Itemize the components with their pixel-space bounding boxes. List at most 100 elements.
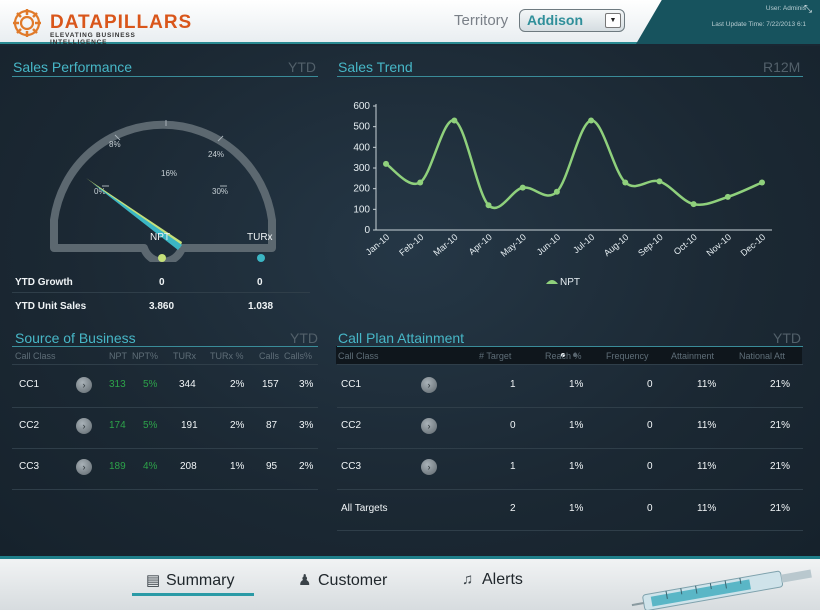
legend-swatch-npt [546,280,558,284]
legend-label-npt: NPT [560,277,580,288]
chevron-right-icon[interactable]: › [76,459,92,475]
logo-tagline: ELEVATING BUSINESS INTELLIGENCE [50,32,136,46]
tab-customer-label: Customer [318,572,388,589]
cp-call-class: All Targets [341,503,388,514]
series-line-npt [385,119,763,209]
sob-npt-pct: 4% [143,461,158,472]
col-turx: TURx [247,232,273,243]
datapillars-logo-icon [13,9,41,37]
y-tick-label: 600 [353,101,370,112]
row-divider [12,292,310,293]
tab-customer[interactable]: ♟ Customer [298,571,387,595]
tab-summary[interactable]: ▤ Summary [146,571,234,595]
chevron-down-icon[interactable]: ▼ [605,13,621,28]
logo: DATAPILLARS ELEVATING BUSINESS INTELLIGE… [12,8,193,46]
territory-label: Territory [454,12,509,29]
data-point [690,201,697,208]
data-point [485,202,492,209]
cp-call-class: CC2 [341,420,362,431]
cp-target: 2 [510,503,516,514]
cp-call-class: CC3 [341,461,362,472]
section-divider [12,76,318,77]
chevron-right-icon[interactable]: › [76,418,92,434]
data-point [759,179,765,186]
y-tick-label: 500 [353,122,370,133]
cp-header-call-class: Call Class [338,351,379,361]
chevron-right-icon[interactable]: › [421,377,437,393]
sob-turx: 344 [179,379,196,390]
sob-calls-pct: 3% [299,379,314,390]
cp-target: 0 [510,420,516,431]
cp-attainment: 11% [697,503,717,514]
sob-calls: 95 [266,461,278,472]
y-tick-label: 200 [353,184,370,195]
sob-turx-pct: 2% [230,420,245,431]
last-update-text: Last Update Time: 7/22/2013 6:1 [711,21,806,28]
row-divider [337,489,803,490]
ytd-unit-sales-turx: 1.038 [248,301,274,312]
cp-header-reach: Reach % [545,351,582,361]
sob-npt-pct: 5% [143,420,158,431]
sob-calls-pct: 2% [299,461,314,472]
user-icon: ♟ [298,572,312,589]
sob-turx-pct: 1% [230,461,245,472]
row-divider [337,364,803,365]
data-point [383,160,389,167]
gauge-tick-labels: 0% 8% 16% 24% 30% [94,140,228,196]
territory-select[interactable]: Addison ▼ [519,9,625,32]
sob-npt: 174 [109,420,126,431]
active-tab-indicator [132,593,254,596]
sob-header-turx-pct: TURx % [210,351,244,361]
dashboard-main: Sales Performance YTD 0% 8% 16% 24% 30% … [0,46,820,556]
x-tick-label: Feb-10 [397,232,425,258]
y-tick-label: 400 [353,142,370,153]
sob-turx: 208 [180,461,197,472]
document-icon: ▤ [146,572,161,589]
data-point [622,179,629,186]
row-divider [12,407,318,408]
data-point [553,188,560,195]
bottom-tab-bar: ▤ Summary ♟ Customer ♫ Alerts [0,556,820,610]
sales-performance-badge: YTD [288,59,316,75]
chevron-right-icon[interactable]: › [421,459,437,475]
bell-icon: ♫ [462,571,474,588]
cp-frequency: 0 [647,461,653,472]
x-tick-label: Jul-10 [571,232,596,255]
y-tick-label: 0 [364,225,370,236]
x-tick-label: Mar-10 [431,232,459,258]
cp-reach: 1% [569,461,584,472]
tab-alerts[interactable]: ♫ Alerts [462,571,523,595]
expand-icon[interactable]: ⤡ [804,4,816,16]
chevron-right-icon[interactable]: › [76,377,92,393]
ytd-growth-npt: 0 [159,277,165,288]
sob-header-npt: NPT [109,351,127,361]
call-plan-badge: YTD [773,330,801,346]
chevron-right-icon[interactable]: › [421,418,437,434]
source-of-business-badge: YTD [290,330,318,346]
data-point [451,117,458,124]
sales-trend-badge: R12M [763,59,801,75]
cp-header-attainment: Attainment [671,351,715,361]
tab-alerts-label: Alerts [482,571,523,588]
source-of-business-title: Source of Business [15,330,136,346]
ytd-unit-sales-label: YTD Unit Sales [15,301,87,312]
app-header: DATAPILLARS ELEVATING BUSINESS INTELLIGE… [0,0,820,46]
cp-target: 1 [510,379,516,390]
row-divider [12,448,318,449]
logo-text: DATAPILLARS [50,12,193,33]
sales-trend-title: Sales Trend [338,59,413,75]
row-divider [12,364,318,365]
cp-national-att: 21% [770,503,791,514]
sob-header-turx: TURx [173,351,196,361]
sales-trend-chart: 0100200300400500600Jan-10 Feb-10 Mar-10 Apr… [353,101,772,288]
ytd-growth-label: YTD Growth [15,277,73,288]
sob-turx-pct: 2% [230,379,245,390]
cp-attainment: 11% [697,420,717,431]
x-tick-label: Sep-10 [636,232,665,258]
territory-value: Addison [527,12,583,28]
sob-npt: 189 [109,461,126,472]
sob-header-call-class: Call Class [15,351,56,361]
x-tick-label: May-10 [499,232,528,259]
cp-reach: 1% [569,420,584,431]
sob-calls: 157 [262,379,279,390]
